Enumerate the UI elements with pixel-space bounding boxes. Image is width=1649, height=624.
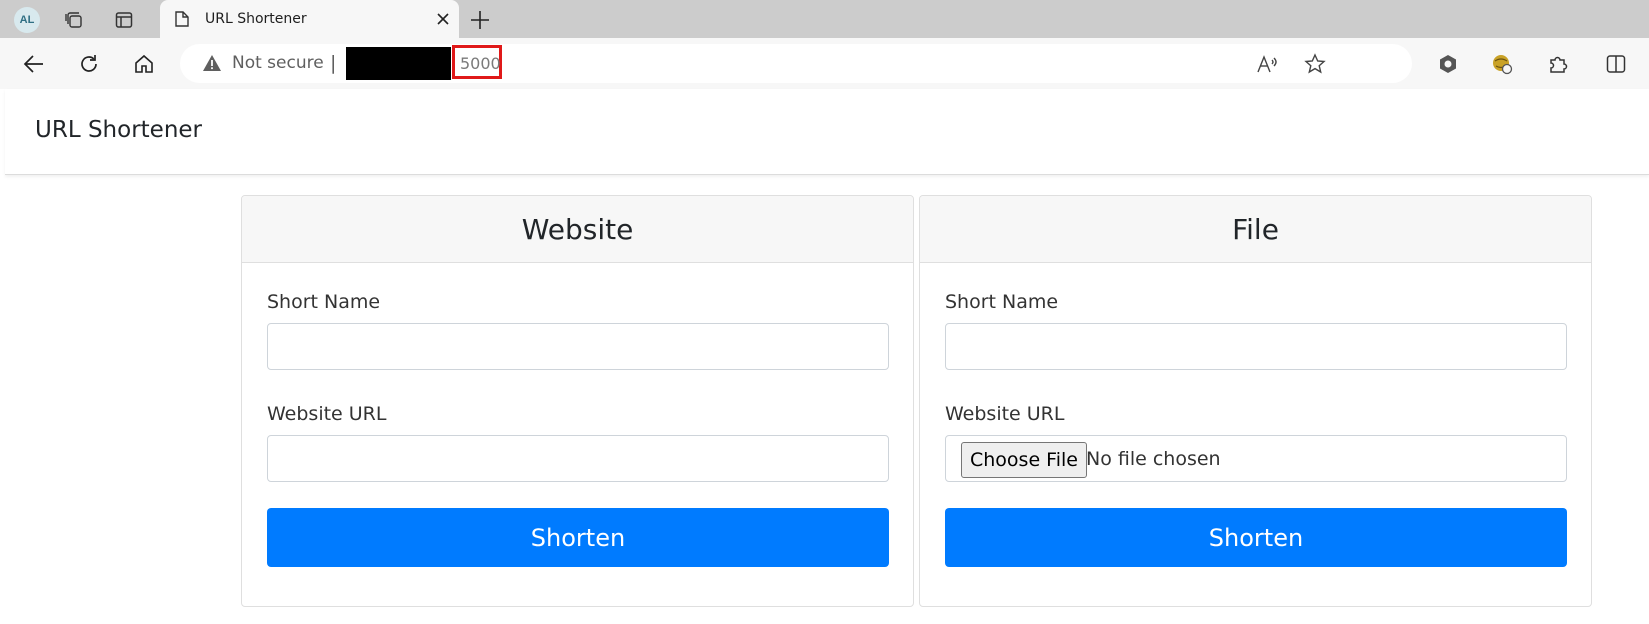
vertical-tabs-icon[interactable] [108,4,140,36]
home-icon[interactable] [127,47,161,81]
file-card-header: File [920,196,1591,263]
refresh-icon[interactable] [72,47,106,81]
website-url-label: Website URL [267,403,387,425]
website-short-name-input[interactable] [267,323,889,370]
shorten-file-button[interactable]: Shorten [945,508,1567,567]
file-url-label: Website URL [945,403,1065,425]
new-tab-icon[interactable] [468,8,492,32]
warning-icon[interactable] [202,54,222,77]
security-status[interactable]: Not secure [232,53,324,73]
profile-button[interactable]: AL [11,4,43,36]
read-aloud-icon[interactable] [1250,47,1284,81]
file-short-name-input[interactable] [945,323,1567,370]
page-viewport: URL Shortener Website Short Name Website… [5,89,1649,624]
tab-title: URL Shortener [205,11,307,27]
redacted-host [346,47,451,80]
address-separator: | [330,52,337,74]
back-icon[interactable] [17,47,51,81]
file-status-text: No file chosen [1086,448,1221,470]
file-upload-field: Choose File No file chosen [945,435,1567,482]
browser-toolbar: Not secure | 5000 [0,38,1649,89]
tab-url-shortener[interactable]: URL Shortener [160,0,459,38]
extension-hexagon-icon[interactable] [1431,47,1465,81]
website-url-input[interactable] [267,435,889,482]
website-card: Website Short Name Website URL Shorten [241,195,914,607]
shorten-website-button[interactable]: Shorten [267,508,889,567]
highlighted-port: 5000 [452,45,502,79]
extension-globe-icon[interactable] [1485,47,1519,81]
profile-avatar: AL [14,7,40,33]
page-icon [174,10,190,33]
browser-tab-strip: AL URL Shortener [0,0,1649,38]
file-card: File Short Name Website URL Choose File … [919,195,1592,607]
url-port: 5000 [460,54,501,73]
workspaces-icon[interactable] [58,4,90,36]
address-bar[interactable]: Not secure | 5000 [180,44,1412,83]
extensions-puzzle-icon[interactable] [1541,47,1575,81]
close-tab-icon[interactable] [435,11,451,27]
website-card-header: Website [242,196,913,263]
file-short-name-label: Short Name [945,291,1059,313]
favorite-star-icon[interactable] [1298,47,1332,81]
short-name-label: Short Name [267,291,381,313]
split-screen-icon[interactable] [1599,47,1633,81]
choose-file-button[interactable]: Choose File [961,442,1087,478]
site-brand[interactable]: URL Shortener [35,117,202,143]
site-navbar: URL Shortener [5,89,1649,175]
